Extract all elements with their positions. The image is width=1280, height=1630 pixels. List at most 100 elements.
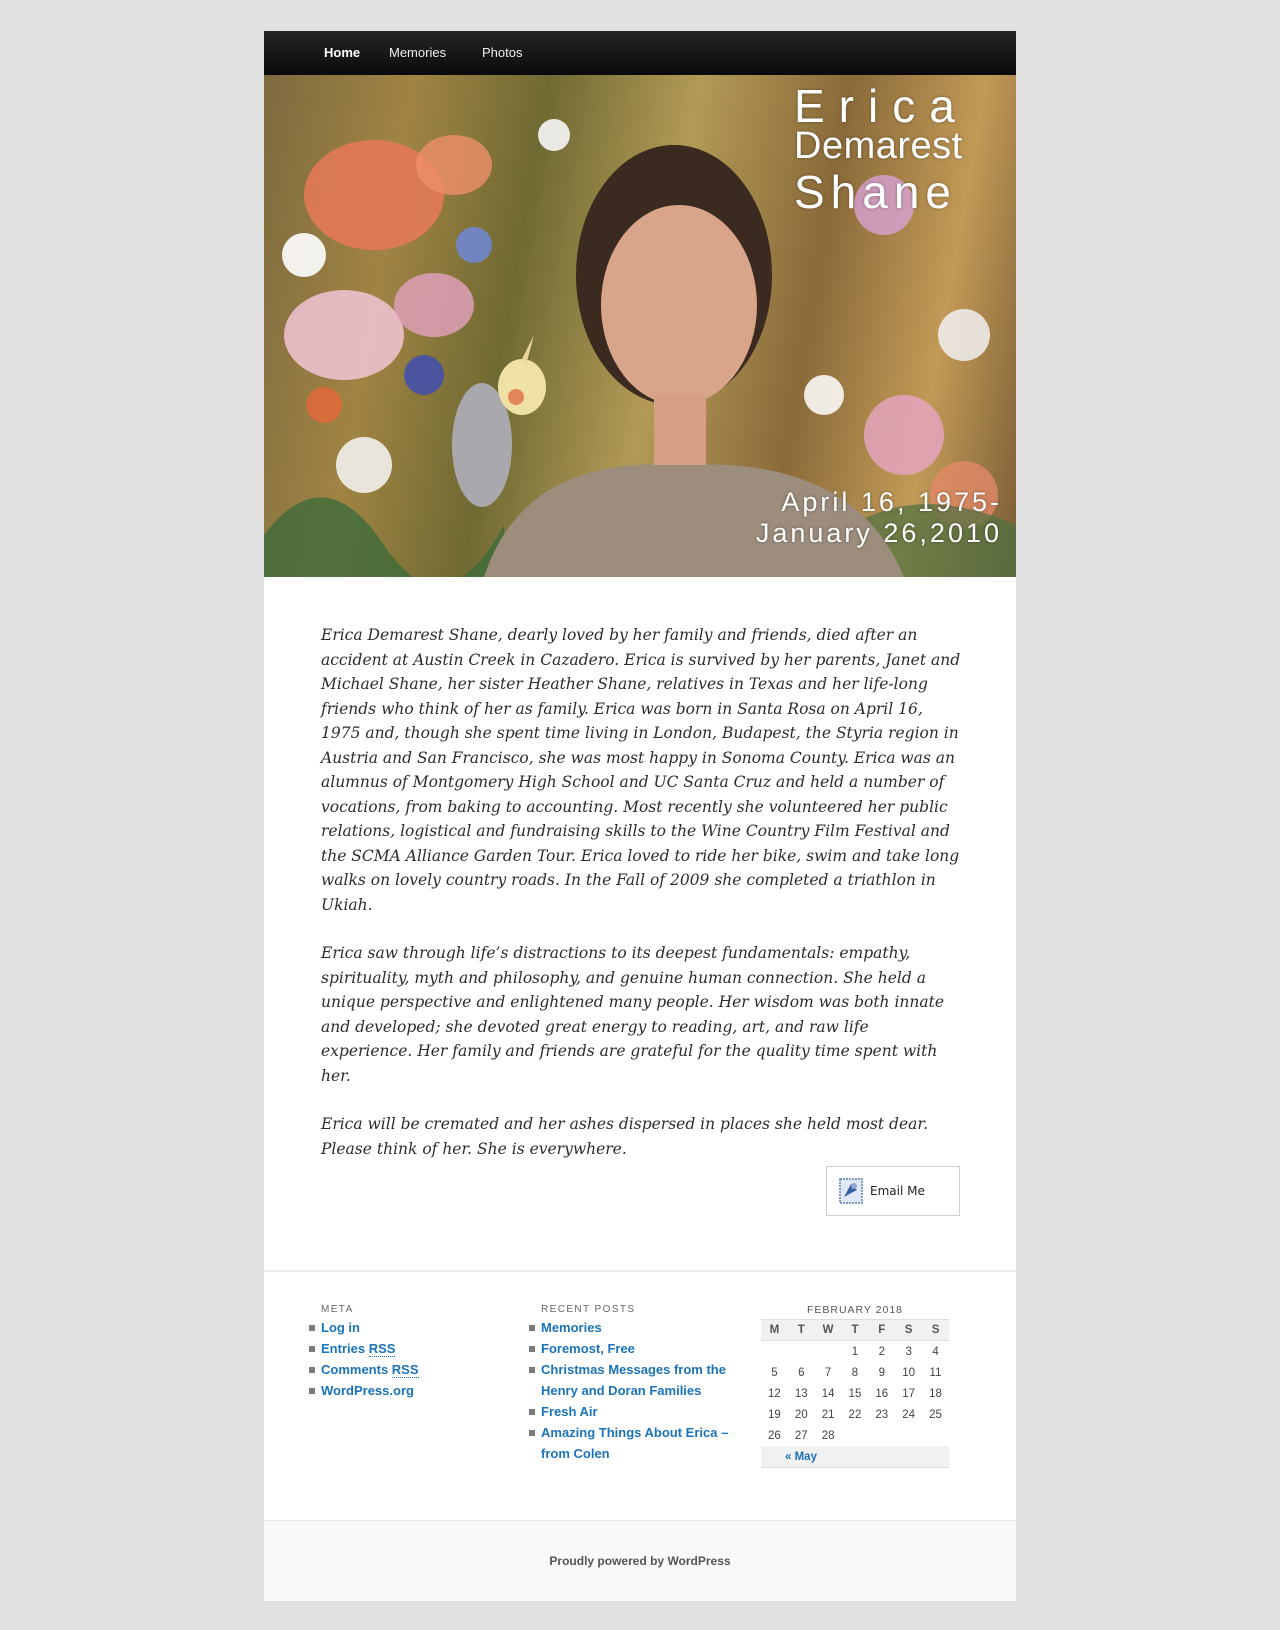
calendar-day: 23 (875, 1408, 889, 1421)
paragraph-biography: Erica Demarest Shane, dearly loved by he… (321, 626, 961, 914)
calendar-day: 15 (848, 1387, 862, 1400)
calendar-day (868, 1425, 895, 1446)
nav-item-memories[interactable]: Memories (389, 31, 446, 75)
calendar-day: 11 (929, 1366, 942, 1379)
calendar-day (895, 1425, 922, 1446)
list-item: Christmas Messages from the Henry and Do… (529, 1359, 741, 1401)
calendar-day: 2 (878, 1345, 885, 1358)
list-item: Fresh Air (529, 1401, 741, 1422)
paragraph-closing: Erica will be cremated and her ashes dis… (321, 1115, 929, 1158)
bullet-icon (529, 1430, 535, 1436)
calendar-day: 3 (905, 1345, 912, 1358)
calendar-day: 1 (851, 1345, 859, 1358)
weekday-header: T (841, 1319, 869, 1341)
calendar-day (788, 1341, 815, 1363)
calendar-day (761, 1341, 788, 1363)
recent-post-link[interactable]: Amazing Things About Erica – from Colen (541, 1425, 728, 1461)
weekday-header: W (814, 1319, 842, 1341)
calendar-week: 1 2 3 4 (761, 1341, 949, 1363)
calendar-widget: FEBRUARY 2018 M T W T F S S 1234 5678910… (761, 1301, 949, 1468)
calendar-day: 25 (929, 1408, 942, 1421)
header-name-last: Shane (794, 166, 958, 218)
calendar-day: 22 (848, 1408, 862, 1421)
comments-rss-link[interactable]: Comments RSS (321, 1362, 419, 1378)
bullet-icon (309, 1325, 315, 1331)
list-item: Log in (309, 1317, 521, 1338)
list-item: Amazing Things About Erica – from Colen (529, 1422, 741, 1464)
calendar-day: 7 (824, 1366, 832, 1379)
email-me-label: Email Me (870, 1184, 925, 1198)
entry-content: Erica Demarest Shane, dearly loved by he… (321, 623, 961, 1185)
list-item: Memories (529, 1317, 741, 1338)
main-navigation: Home Memories Photos (264, 31, 1016, 76)
header-name-middle: Demarest (794, 125, 963, 167)
calendar-day: 27 (794, 1429, 808, 1442)
list-item: Foremost, Free (529, 1338, 741, 1359)
calendar-day: 13 (794, 1387, 808, 1400)
weekday-header: T (787, 1319, 815, 1341)
calendar-prev-link[interactable]: « May (761, 1446, 949, 1468)
mail-stamp-icon (839, 1178, 863, 1204)
nav-item-home[interactable]: Home (324, 31, 360, 75)
recent-post-link[interactable]: Memories (541, 1320, 602, 1335)
email-me-button[interactable]: Email Me (826, 1166, 960, 1216)
calendar-day: 12 (768, 1387, 781, 1400)
recent-post-link[interactable]: Foremost, Free (541, 1341, 635, 1356)
bullet-icon (529, 1367, 535, 1373)
rss-abbr: RSS (368, 1341, 396, 1357)
calendar-day (922, 1425, 949, 1446)
calendar-day: 28 (821, 1429, 835, 1442)
calendar-day: 8 (851, 1366, 859, 1379)
calendar-day: 16 (875, 1387, 889, 1400)
nav-item-photos[interactable]: Photos (482, 31, 522, 75)
calendar-week: 26 27 28 (761, 1425, 949, 1446)
recent-posts-list: Memories Foremost, Free Christmas Messag… (529, 1317, 741, 1464)
entries-label: Entries (321, 1341, 369, 1356)
header-date-birth: April 16, 1975- (781, 487, 1002, 517)
calendar-day (842, 1425, 869, 1446)
calendar-day: 10 (902, 1366, 916, 1379)
footer-divider (264, 1270, 1016, 1272)
list-item: Comments RSS (309, 1359, 521, 1380)
recent-post-link[interactable]: Christmas Messages from the Henry and Do… (541, 1362, 726, 1398)
calendar-day: 6 (798, 1366, 805, 1379)
bullet-icon (529, 1346, 535, 1352)
calendar-table: M T W T F S S 1234 5 6 7 8 9 10 11 12 13 14 15 16 1… (761, 1319, 949, 1468)
calendar-day: 9 (878, 1366, 885, 1379)
calendar-week: 5 6 7 8 9 10 11 (761, 1362, 949, 1383)
log-in-link[interactable]: Log in (321, 1320, 360, 1335)
weekday-header: M (761, 1319, 788, 1341)
rss-abbr: RSS (391, 1362, 419, 1378)
wordpress-org-link[interactable]: WordPress.org (321, 1383, 414, 1398)
calendar-day: 14 (821, 1387, 835, 1400)
calendar-week: 19 20 21 22 23 24 25 (761, 1404, 949, 1425)
calendar-day: 4 (932, 1345, 939, 1358)
bullet-icon (529, 1325, 535, 1331)
powered-by-wordpress-link[interactable]: Proudly powered by WordPress (264, 1554, 1016, 1568)
calendar-day: 5 (771, 1366, 778, 1379)
calendar-day: 18 (929, 1387, 942, 1400)
calendar-day: 24 (902, 1408, 916, 1421)
list-item: WordPress.org (309, 1380, 521, 1401)
recent-post-link[interactable]: Fresh Air (541, 1404, 598, 1419)
calendar-day: 21 (821, 1408, 835, 1421)
entries-rss-link[interactable]: Entries RSS (321, 1341, 396, 1357)
bullet-icon (309, 1367, 315, 1373)
header-date-death: January 26,2010 (755, 518, 1002, 548)
bullet-icon (309, 1388, 315, 1394)
page-container: Home Memories Photos Erica Demarest Shan… (264, 31, 1016, 1601)
widget-title-recent-posts: RECENT POSTS (541, 1304, 636, 1315)
calendar-day (815, 1341, 842, 1363)
comments-label: Comments (321, 1362, 392, 1377)
bullet-icon (529, 1409, 535, 1415)
bullet-icon (309, 1346, 315, 1352)
header-image[interactable]: Erica Demarest Shane April 16, 1975- Jan… (264, 75, 1016, 577)
calendar-caption: FEBRUARY 2018 (806, 1304, 904, 1316)
list-item: Entries RSS (309, 1338, 521, 1359)
calendar-day: 20 (794, 1408, 808, 1421)
weekday-header: S (922, 1319, 949, 1341)
meta-list: Log in Entries RSS Comments RSS WordPres… (309, 1317, 521, 1401)
widget-title-meta: META (321, 1304, 354, 1315)
weekday-header: F (868, 1319, 896, 1341)
calendar-day: 26 (768, 1429, 781, 1442)
